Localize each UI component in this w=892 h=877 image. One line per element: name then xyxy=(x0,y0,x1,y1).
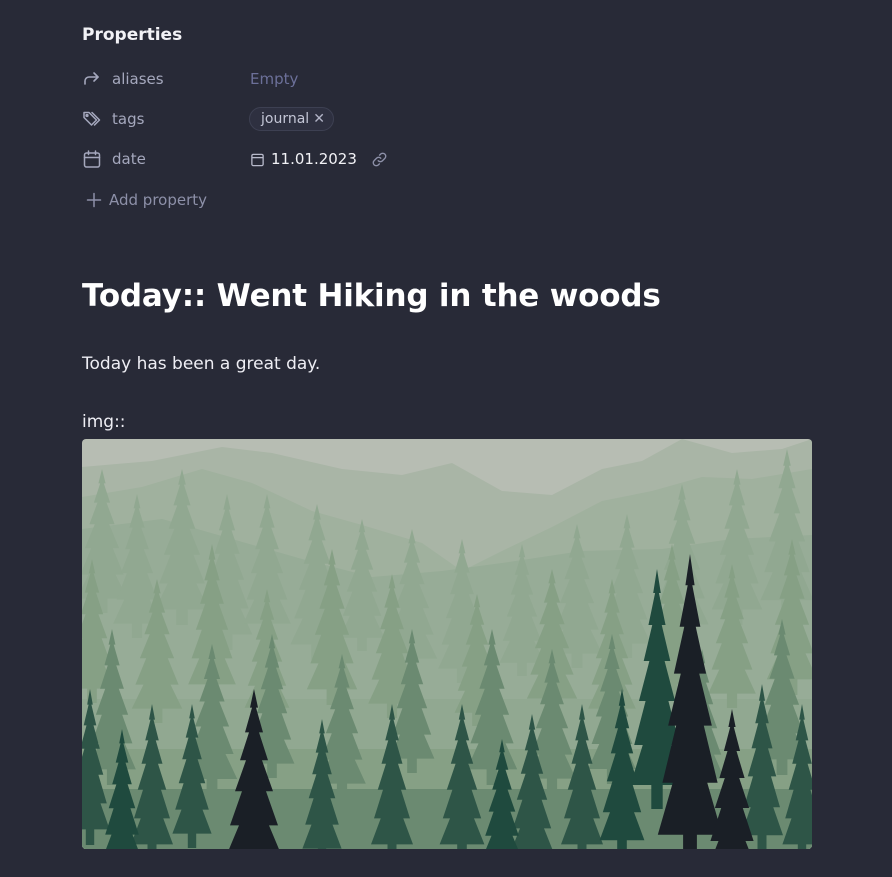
date-input[interactable]: 11.01.2023 xyxy=(250,150,388,168)
plus-icon xyxy=(86,192,102,208)
property-key-aliases[interactable]: aliases xyxy=(82,69,250,89)
property-key-label: aliases xyxy=(112,70,164,88)
date-value-text: 11.01.2023 xyxy=(271,150,357,168)
property-key-label: tags xyxy=(112,110,145,128)
note-paragraph: Today has been a great day. xyxy=(82,354,321,374)
aliases-empty-value: Empty xyxy=(250,70,299,88)
property-key-date[interactable]: date xyxy=(82,149,250,169)
property-row-aliases: aliases Empty xyxy=(82,67,502,91)
property-key-tags[interactable]: tags xyxy=(82,109,250,129)
close-icon[interactable]: ✕ xyxy=(313,111,325,127)
calendar-icon xyxy=(83,150,101,168)
note-title: Today:: Went Hiking in the woods xyxy=(82,278,661,314)
tag-pill-journal[interactable]: journal ✕ xyxy=(249,107,334,131)
note-view: Properties aliases Empty tags journal ✕ … xyxy=(0,0,892,877)
property-key-label: date xyxy=(112,150,146,168)
calendar-small-icon[interactable] xyxy=(250,152,265,167)
tag-label: journal xyxy=(261,111,310,127)
properties-heading: Properties xyxy=(82,25,183,45)
link-icon[interactable] xyxy=(371,151,388,168)
forest-image xyxy=(82,439,812,849)
add-property-button[interactable]: Add property xyxy=(86,191,207,209)
forward-arrow-icon xyxy=(84,72,99,85)
forest-illustration xyxy=(82,439,812,849)
add-property-label: Add property xyxy=(109,191,208,209)
property-value-aliases[interactable]: Empty xyxy=(250,70,298,88)
property-value-date[interactable]: 11.01.2023 xyxy=(250,150,388,168)
property-value-tags: journal ✕ xyxy=(249,107,334,131)
property-row-date: date 11.01.2023 xyxy=(82,147,502,171)
image-field-label: img:: xyxy=(82,412,126,432)
tags-icon xyxy=(83,111,101,126)
property-row-tags: tags journal ✕ xyxy=(82,107,502,131)
